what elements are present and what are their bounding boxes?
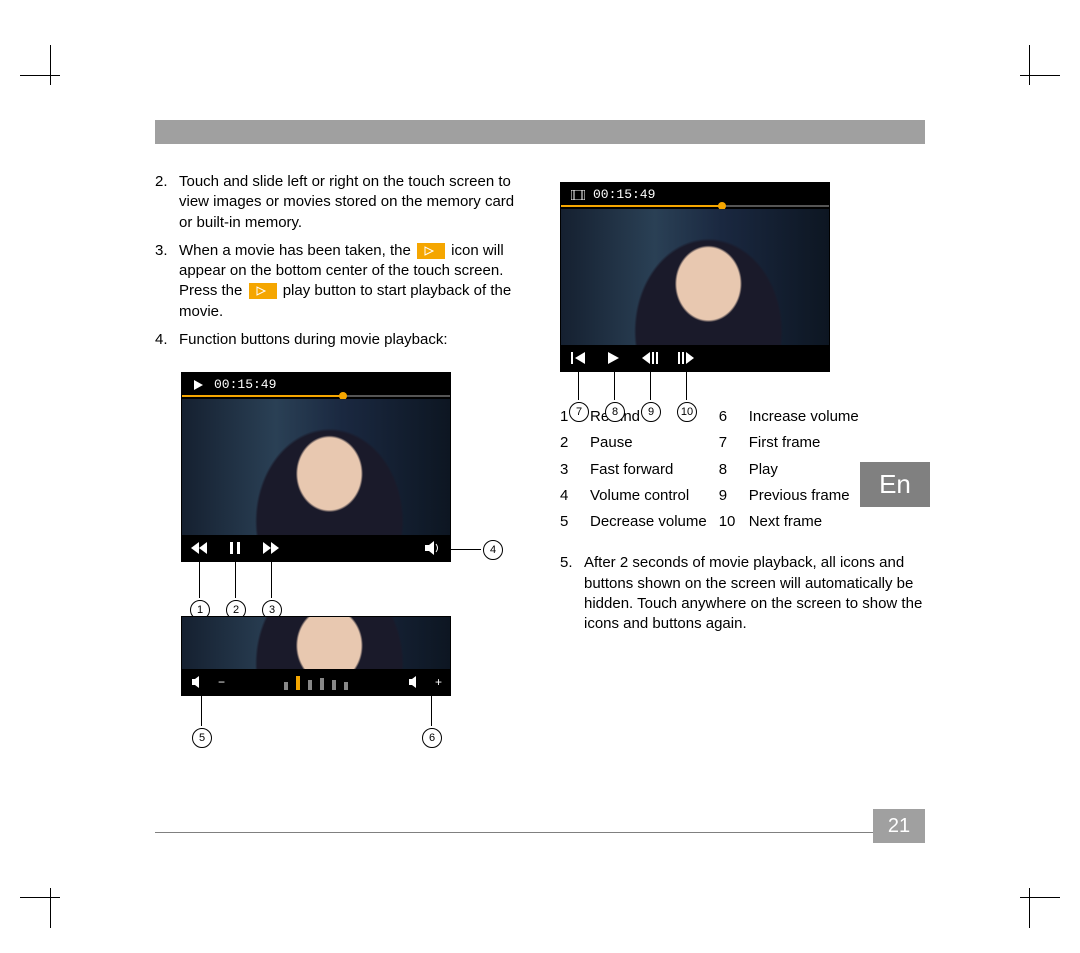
page-content: 2. Touch and slide left or right on the … bbox=[155, 120, 925, 722]
movie-icon bbox=[569, 187, 587, 203]
page-number: 21 bbox=[873, 809, 925, 843]
callout-8: 8 bbox=[605, 402, 625, 422]
legend-table: 1Rewind6Increase volume 2Pause7First fra… bbox=[560, 404, 871, 535]
play-indicator-icon bbox=[190, 377, 208, 393]
figure-playback: 00:15:49 bbox=[181, 372, 451, 562]
step-2-number: 2. bbox=[155, 172, 179, 233]
volume-plus: + bbox=[435, 674, 442, 690]
callout-4: 4 bbox=[483, 540, 503, 560]
fast-forward-icon bbox=[262, 540, 280, 556]
play-icon bbox=[249, 283, 277, 299]
pause-icon bbox=[226, 540, 244, 556]
volume-icon bbox=[424, 540, 442, 556]
step-3-number: 3. bbox=[155, 241, 179, 322]
language-tab: En bbox=[860, 462, 930, 507]
play-icon bbox=[417, 243, 445, 259]
callout-6: 6 bbox=[422, 728, 442, 748]
volume-bars bbox=[284, 674, 348, 690]
volume-up-icon bbox=[407, 674, 425, 690]
step-2-text: Touch and slide left or right on the tou… bbox=[179, 172, 520, 233]
step-5-number: 5. bbox=[560, 553, 584, 634]
page-footer: 21 bbox=[155, 832, 925, 833]
header-bar bbox=[155, 120, 925, 144]
first-frame-icon bbox=[569, 350, 587, 366]
prev-frame-icon bbox=[641, 350, 659, 366]
step-4-text: Function buttons during movie playback: bbox=[179, 330, 520, 350]
time-code: 00:15:49 bbox=[214, 376, 276, 394]
rewind-icon bbox=[190, 540, 208, 556]
step-4-number: 4. bbox=[155, 330, 179, 350]
callout-7: 7 bbox=[569, 402, 589, 422]
play-icon bbox=[605, 350, 623, 366]
step-5-text: After 2 seconds of movie playback, all i… bbox=[584, 553, 925, 634]
figure-frame-step: 00:15:49 bbox=[560, 182, 830, 372]
volume-minus: − bbox=[218, 674, 225, 690]
callout-10: 10 bbox=[677, 402, 697, 422]
next-frame-icon bbox=[677, 350, 695, 366]
step-3-text: When a movie has been taken, the icon wi… bbox=[179, 241, 520, 322]
time-code: 00:15:49 bbox=[593, 186, 655, 204]
volume-down-icon bbox=[190, 674, 208, 690]
callout-9: 9 bbox=[641, 402, 661, 422]
callout-5: 5 bbox=[192, 728, 212, 748]
figure-volume: − bbox=[181, 616, 451, 696]
